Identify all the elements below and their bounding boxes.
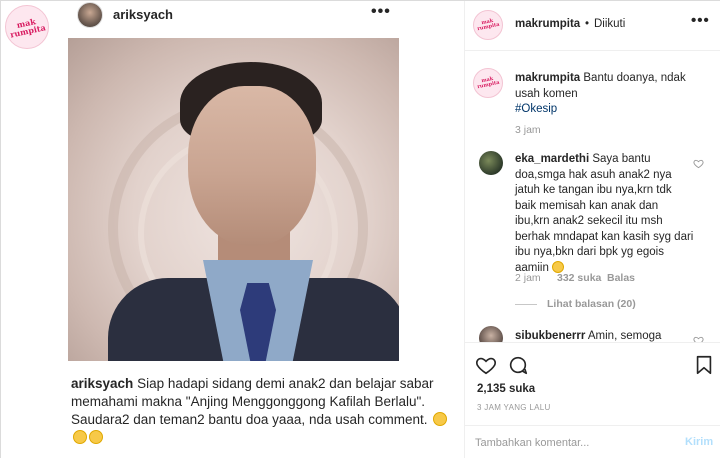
caption-block: makrumpita Bantu doanya, ndak usah komen… bbox=[515, 71, 711, 118]
post-sidebar: mak rumpita makrumpita • Diikuti ••• mak… bbox=[465, 1, 720, 458]
comment-input[interactable] bbox=[475, 435, 655, 451]
brand-logo: mak rumpita bbox=[5, 5, 49, 49]
post-actions: 2,135 suka 3 JAM YANG LALU Kirim bbox=[465, 342, 720, 458]
comment-likes[interactable]: 332 suka bbox=[557, 272, 601, 284]
comment-item: eka_mardethi Saya bantu doa,smga hak asu… bbox=[515, 152, 695, 276]
comment-time: 2 jam bbox=[515, 272, 541, 284]
commenter-avatar[interactable] bbox=[479, 326, 503, 342]
brand-logo-text: mak rumpita bbox=[9, 16, 47, 40]
embedded-caption-username: ariksyach bbox=[71, 376, 134, 391]
caption-hashtag[interactable]: #Okesip bbox=[515, 103, 557, 115]
caption-avatar-logo: mak rumpita bbox=[476, 75, 501, 91]
comment-username[interactable]: eka_mardethi bbox=[515, 153, 589, 165]
comments-list[interactable]: mak rumpita makrumpita Bantu doanya, nda… bbox=[465, 51, 720, 342]
embedded-caption: ariksyach Siap hadapi sidang demi anak2 … bbox=[71, 375, 451, 447]
reply-button[interactable]: Balas bbox=[607, 272, 635, 284]
caption-avatar[interactable]: mak rumpita bbox=[473, 68, 503, 98]
comment-text: Saya bantu doa,smga hak asuh anak2 nya j… bbox=[515, 153, 694, 274]
post-window: mak rumpita ariksyach ••• ariksyach Siap… bbox=[0, 0, 720, 458]
embedded-more-icon: ••• bbox=[371, 3, 391, 20]
smile-emoji-icon bbox=[73, 430, 87, 444]
embedded-photo bbox=[68, 38, 399, 361]
heart-icon[interactable] bbox=[475, 354, 497, 376]
author-username[interactable]: makrumpita bbox=[515, 18, 580, 30]
smile-emoji-icon bbox=[433, 412, 448, 426]
commenter-avatar[interactable] bbox=[479, 151, 503, 175]
header-separator: • bbox=[585, 18, 590, 30]
author-avatar-logo: mak rumpita bbox=[476, 17, 501, 33]
comment-username[interactable]: sibukbenerrr bbox=[515, 330, 585, 342]
follow-status-button[interactable]: Diikuti bbox=[594, 18, 625, 30]
post-header: mak rumpita makrumpita • Diikuti ••• bbox=[465, 1, 720, 51]
comment-like-heart-icon[interactable] bbox=[693, 335, 704, 342]
view-replies-link[interactable]: Lihat balasan (20) bbox=[547, 298, 636, 310]
replies-divider bbox=[515, 304, 537, 305]
comment-text: Amin, semoga bbox=[587, 330, 662, 342]
bookmark-icon[interactable] bbox=[693, 354, 715, 376]
comment-icon[interactable] bbox=[507, 354, 529, 376]
post-timestamp[interactable]: 3 JAM YANG LALU bbox=[477, 403, 551, 412]
more-icon[interactable]: ••• bbox=[691, 12, 710, 29]
comment-item: sibukbenerrr Amin, semoga bbox=[515, 329, 695, 342]
author-avatar[interactable]: mak rumpita bbox=[473, 10, 503, 40]
smile-emoji-icon bbox=[552, 260, 565, 273]
embedded-username: ariksyach bbox=[113, 7, 173, 22]
person-face bbox=[188, 86, 316, 246]
caption-username[interactable]: makrumpita bbox=[515, 72, 580, 84]
add-comment-bar: Kirim bbox=[465, 425, 720, 458]
caption-time: 3 jam bbox=[515, 124, 541, 136]
send-comment-button[interactable]: Kirim bbox=[685, 436, 713, 448]
embedded-avatar bbox=[77, 2, 103, 28]
comment-like-heart-icon[interactable] bbox=[693, 158, 704, 169]
likes-count[interactable]: 2,135 suka bbox=[477, 383, 535, 395]
smile-emoji-icon bbox=[89, 430, 103, 444]
post-media: mak rumpita ariksyach ••• ariksyach Siap… bbox=[1, 1, 465, 458]
